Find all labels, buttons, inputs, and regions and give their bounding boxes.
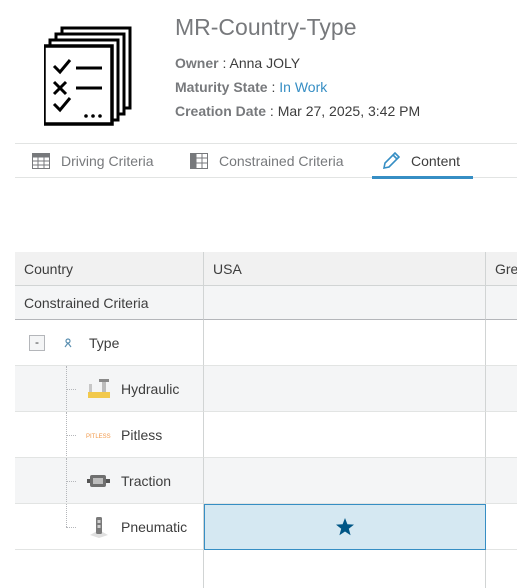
grid-cell — [204, 550, 486, 588]
column-header-usa[interactable]: USA — [204, 252, 486, 286]
grid-cell — [15, 550, 204, 588]
pitless-icon-text: PITLESS — [86, 434, 111, 440]
owner-label: Owner — [175, 55, 219, 71]
active-tab-indicator — [372, 176, 473, 179]
creation-date-separator: : — [266, 103, 278, 119]
tree-cell-traction: Traction — [15, 458, 204, 504]
tab-constrained-criteria[interactable]: Constrained Criteria — [190, 144, 344, 178]
table-icon — [190, 153, 208, 169]
grid-cell[interactable] — [204, 320, 486, 366]
tree-connector — [66, 504, 67, 527]
tree-label: Hydraulic — [121, 380, 180, 397]
tree-label: Pitless — [121, 426, 163, 443]
owner-field: Owner : Anna JOLY — [175, 55, 300, 71]
owner-value: Anna JOLY — [229, 55, 301, 71]
tree-row-pneumatic: Pneumatic — [15, 504, 517, 550]
maturity-separator: : — [267, 79, 280, 95]
grid-cell[interactable] — [486, 412, 517, 458]
selected-cell-usa-pneumatic[interactable] — [204, 504, 486, 550]
grid-cell — [486, 286, 517, 320]
creation-date-value: Mar 27, 2025, 3:42 PM — [277, 103, 421, 119]
tree-row-hydraulic: Hydraulic — [15, 366, 517, 412]
pitless-icon: PITLESS — [86, 434, 111, 440]
content-grid: Country USA Gre Constrained Criteria - T… — [15, 252, 517, 588]
tree-cell-type: - Type — [15, 320, 204, 366]
grid-cell[interactable] — [204, 412, 486, 458]
tab-label: Constrained Criteria — [219, 153, 344, 169]
column-header-country[interactable]: Country — [15, 252, 204, 286]
star-icon — [336, 518, 354, 536]
header-icon — [42, 26, 134, 126]
tab-label: Content — [411, 153, 461, 169]
tab-label: Driving Criteria — [61, 153, 154, 169]
grid-cell[interactable] — [486, 366, 517, 412]
creation-date-label: Creation Date — [175, 103, 267, 119]
pneumatic-icon — [90, 517, 108, 538]
grid-cell[interactable] — [486, 458, 517, 504]
table-icon — [32, 153, 50, 169]
grid-cell — [486, 550, 517, 588]
maturity-state-link[interactable]: In Work — [279, 79, 327, 95]
column-header-gre[interactable]: Gre — [486, 252, 517, 286]
tree-connector — [66, 435, 76, 436]
creation-date-field: Creation Date : Mar 27, 2025, 3:42 PM — [175, 103, 420, 119]
tree-connector — [66, 481, 76, 482]
maturity-field: Maturity State : In Work — [175, 79, 327, 95]
constrained-criteria-row: Constrained Criteria — [15, 286, 517, 320]
grid-cell — [204, 286, 486, 320]
tree-row-traction: Traction — [15, 458, 517, 504]
hydraulic-icon — [88, 379, 110, 398]
constrained-criteria-label: Constrained Criteria — [15, 286, 204, 320]
maturity-label: Maturity State — [175, 79, 268, 95]
pencil-icon — [382, 152, 400, 170]
tab-driving-criteria[interactable]: Driving Criteria — [32, 144, 154, 178]
tree-label: Pneumatic — [121, 518, 188, 535]
grid-cell[interactable] — [486, 504, 517, 550]
tree-label: Type — [89, 334, 120, 351]
checklist-icon — [42, 26, 132, 126]
tree-label: Traction — [121, 472, 172, 489]
tree-connector — [66, 389, 76, 390]
grid-cell[interactable] — [204, 366, 486, 412]
type-icon — [64, 337, 72, 347]
collapse-button[interactable]: - — [29, 334, 45, 351]
grid-cell[interactable] — [486, 320, 517, 366]
tree-connector — [66, 527, 76, 528]
tree-cell-hydraulic: Hydraulic — [15, 366, 204, 412]
tree-row-pitless: PITLESS Pitless — [15, 412, 517, 458]
tab-bar: Driving Criteria Constrained Criteria Co… — [15, 143, 517, 179]
page-title: MR-Country-Type — [175, 14, 357, 40]
owner-separator: : — [218, 55, 230, 71]
traction-icon — [87, 475, 110, 487]
tree-row-type: - Type — [15, 320, 517, 366]
tree-cell-pneumatic: Pneumatic — [15, 504, 204, 550]
tree-cell-pitless: PITLESS Pitless — [15, 412, 204, 458]
empty-row — [15, 550, 517, 588]
tab-content[interactable]: Content — [372, 144, 473, 179]
grid-header-row: Country USA Gre — [15, 252, 517, 286]
grid-cell[interactable] — [204, 458, 486, 504]
